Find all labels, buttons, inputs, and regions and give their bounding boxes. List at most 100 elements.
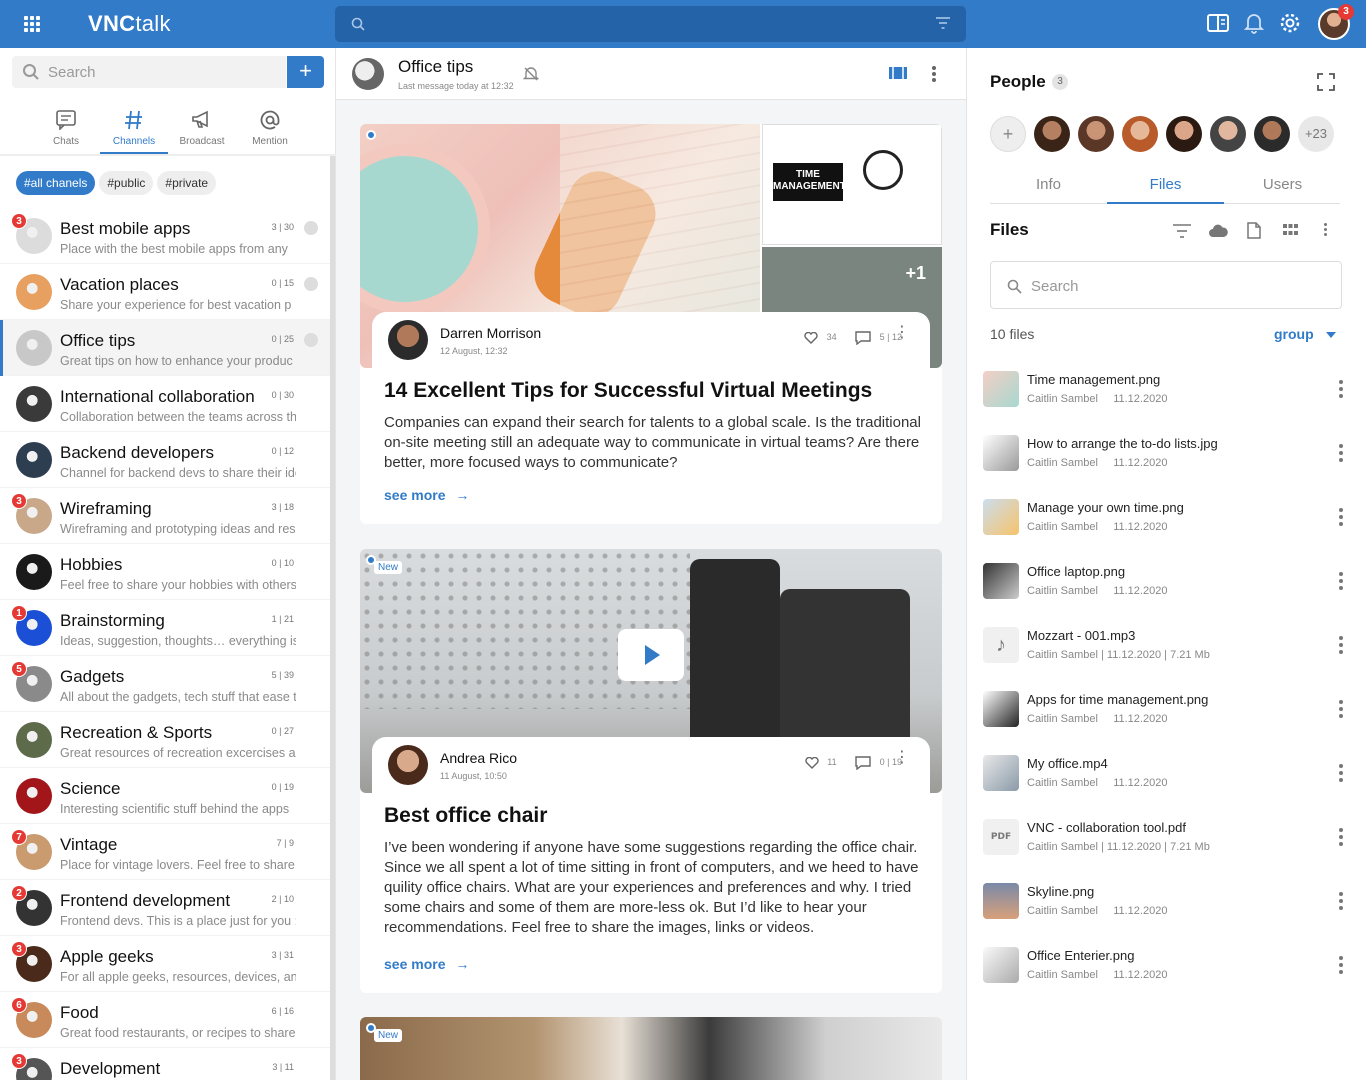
file-more-icon[interactable] <box>1339 892 1343 910</box>
add-person-button[interactable]: + <box>990 116 1026 152</box>
file-item[interactable]: Office Enterier.png Caitlin Sambel 11.12.… <box>967 934 1366 998</box>
filter-icon[interactable] <box>1173 224 1191 238</box>
grid-view-icon[interactable] <box>1283 223 1298 238</box>
document-icon[interactable] <box>1247 222 1261 239</box>
channel-item[interactable]: 3 Best mobile apps Place with the best mob… <box>0 208 330 264</box>
see-more-link[interactable]: see more → <box>384 487 469 503</box>
channel-item[interactable]: Recreation & Sports Great resources of re… <box>0 712 330 768</box>
file-more-icon[interactable] <box>1339 636 1343 654</box>
post-title[interactable]: 14 Excellent Tips for Successful Virtual… <box>384 379 872 403</box>
pin-icon[interactable] <box>304 277 318 291</box>
post-thumb-image[interactable]: TIME MANAGEMENT <box>762 124 942 245</box>
tab-info[interactable]: Info <box>990 176 1107 193</box>
global-search-input[interactable] <box>335 6 966 42</box>
file-more-icon[interactable] <box>1339 444 1343 462</box>
more-menu-icon[interactable] <box>932 66 936 82</box>
tab-mention[interactable]: Mention <box>236 106 304 154</box>
file-item[interactable]: Time management.png Caitlin Sambel 11.12.… <box>967 358 1366 422</box>
chip-public[interactable]: #public <box>99 171 154 195</box>
bell-icon[interactable] <box>1244 12 1264 34</box>
tab-broadcast[interactable]: Broadcast <box>168 106 236 154</box>
cloud-icon[interactable] <box>1208 224 1228 238</box>
person-avatar[interactable] <box>1254 116 1290 152</box>
apps-grid-icon[interactable] <box>24 16 40 32</box>
file-item[interactable]: Apps for time management.png Caitlin Samb… <box>967 678 1366 742</box>
file-more-icon[interactable] <box>1339 508 1343 526</box>
channel-item[interactable]: 5 Gadgets All about the gadgets, tech stuf… <box>0 656 330 712</box>
channel-list-scrollbar[interactable] <box>330 156 335 1080</box>
channel-counts: 1 | 21 <box>271 614 294 624</box>
add-channel-button[interactable]: + <box>287 56 324 88</box>
file-item[interactable]: Office laptop.png Caitlin Sambel 11.12.20… <box>967 550 1366 614</box>
pin-icon[interactable] <box>304 333 318 347</box>
channel-item[interactable]: 3 Apple geeks For all apple geeks, resourc… <box>0 936 330 992</box>
author-name[interactable]: Andrea Rico <box>440 750 517 766</box>
channel-item[interactable]: Backend developers Channel for backend de… <box>0 432 330 488</box>
file-more-icon[interactable] <box>1339 380 1343 398</box>
author-name[interactable]: Darren Morrison <box>440 325 541 341</box>
author-avatar[interactable] <box>388 320 428 360</box>
channel-item[interactable]: International collaboration Collaboration… <box>0 376 330 432</box>
filter-icon[interactable] <box>936 17 950 29</box>
author-avatar[interactable] <box>388 745 428 785</box>
channel-item[interactable]: 7 Vintage Place for vintage lovers. Feel f… <box>0 824 330 880</box>
person-avatar[interactable] <box>1122 116 1158 152</box>
file-more-icon[interactable] <box>1339 572 1343 590</box>
channel-item[interactable]: 6 Food Great food restaurants, or recipes … <box>0 992 330 1048</box>
file-more-icon[interactable] <box>1339 828 1343 846</box>
group-dropdown[interactable]: group <box>1274 326 1336 342</box>
channel-avatar <box>16 778 52 814</box>
layout-view-icon[interactable] <box>889 66 907 80</box>
post-image[interactable] <box>360 1017 942 1080</box>
pin-icon[interactable] <box>304 221 318 235</box>
files-more-icon[interactable] <box>1324 223 1328 237</box>
tab-channels[interactable]: Channels <box>100 106 168 154</box>
sidebar-panel-icon[interactable] <box>1207 12 1229 34</box>
file-search-input[interactable]: Search <box>990 261 1342 309</box>
more-people-button[interactable]: +23 <box>1298 116 1334 152</box>
heart-icon[interactable] <box>804 331 818 344</box>
channel-item[interactable]: 3 Wireframing Wireframing and prototyping … <box>0 488 330 544</box>
channel-item[interactable]: 2 Frontend development Frontend devs. This… <box>0 880 330 936</box>
file-more-icon[interactable] <box>1339 956 1343 974</box>
comment-icon[interactable] <box>855 331 871 346</box>
comment-icon[interactable] <box>855 756 871 771</box>
file-item[interactable]: Manage your own time.png Caitlin Sambel 1… <box>967 486 1366 550</box>
tab-users[interactable]: Users <box>1224 176 1341 193</box>
channel-item[interactable]: Office tips Great tips on how to enhance … <box>0 320 330 376</box>
see-more-link[interactable]: see more → <box>384 956 469 972</box>
mute-bell-icon[interactable] <box>523 66 539 82</box>
chip-all-channels[interactable]: #all chanels <box>16 171 96 195</box>
settings-gear-icon[interactable] <box>1279 12 1301 34</box>
channel-counts: 3 | 18 <box>271 502 294 512</box>
file-item[interactable]: How to arrange the to-do lists.jpg Caitli… <box>967 422 1366 486</box>
channel-item[interactable]: Hobbies Feel free to share your hobbies w… <box>0 544 330 600</box>
chip-private[interactable]: #private <box>157 171 217 195</box>
file-item[interactable]: Skyline.png Caitlin Sambel 11.12.2020 <box>967 870 1366 934</box>
play-button[interactable] <box>618 629 684 681</box>
file-item[interactable]: ♪ Mozzart - 001.mp3 Caitlin Sambel | 11.12… <box>967 614 1366 678</box>
file-item[interactable]: My office.mp4 Caitlin Sambel 11.12.2020 <box>967 742 1366 806</box>
tab-files[interactable]: Files <box>1107 176 1224 204</box>
post-title[interactable]: Best office chair <box>384 804 547 828</box>
file-more-icon[interactable] <box>1339 764 1343 782</box>
file-item[interactable]: PDF VNC - collaboration tool.pdf Caitlin S… <box>967 806 1366 870</box>
person-avatar[interactable] <box>1210 116 1246 152</box>
post-more-icon[interactable]: ⋮ <box>894 325 910 341</box>
channel-search-input[interactable]: Search <box>12 56 286 88</box>
channel-item[interactable]: Vacation places Share your experience for… <box>0 264 330 320</box>
channel-item[interactable]: Science Interesting scientific stuff behi… <box>0 768 330 824</box>
post-card: New <box>360 1017 942 1080</box>
post-more-icon[interactable]: ⋮ <box>894 750 910 766</box>
post-date: 12 August, 12:32 <box>440 346 508 356</box>
tab-chats[interactable]: Chats <box>32 106 100 154</box>
channel-item[interactable]: 1 Brainstorming Ideas, suggestion, thought… <box>0 600 330 656</box>
person-avatar[interactable] <box>1034 116 1070 152</box>
expand-icon[interactable] <box>1317 73 1335 91</box>
channel-item[interactable]: 3 Development 3 | 11 <box>0 1048 330 1080</box>
person-avatar[interactable] <box>1078 116 1114 152</box>
search-placeholder: Search <box>1031 278 1079 295</box>
file-more-icon[interactable] <box>1339 700 1343 718</box>
heart-icon[interactable] <box>805 756 819 769</box>
person-avatar[interactable] <box>1166 116 1202 152</box>
